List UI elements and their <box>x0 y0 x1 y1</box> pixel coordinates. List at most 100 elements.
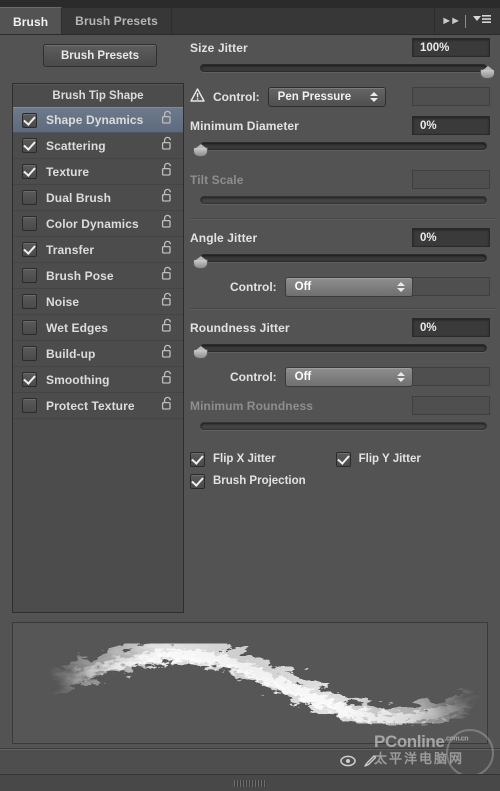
lock-open-icon[interactable] <box>161 396 174 416</box>
lock-open-icon[interactable] <box>161 188 174 208</box>
tab-brush-label: Brush <box>13 14 49 29</box>
brush-option-row-brush-pose[interactable]: Brush Pose <box>13 263 183 289</box>
size-jitter-slider[interactable] <box>190 62 495 79</box>
checkbox-shape-dynamics[interactable] <box>22 112 37 128</box>
size-jitter-value[interactable]: 100% <box>412 38 490 57</box>
tab-brush-presets[interactable]: Brush Presets <box>62 8 172 34</box>
double-chevron-right-icon[interactable]: ►► <box>441 15 461 27</box>
flip-x-jitter-checkbox[interactable]: Flip X Jitter <box>190 448 276 470</box>
size-jitter-control-row: Control: Pen Pressure <box>190 84 495 110</box>
brush-option-label: Color Dynamics <box>46 216 139 231</box>
resize-grip-handle[interactable] <box>234 780 266 787</box>
angle-jitter-control-label: Control: <box>230 280 277 294</box>
brush-option-row-color-dynamics[interactable]: Color Dynamics <box>13 211 183 237</box>
lock-open-icon[interactable] <box>161 318 174 338</box>
brush-option-row-scattering[interactable]: Scattering <box>13 133 183 159</box>
new-brush-preset-icon[interactable] <box>362 753 378 774</box>
checkbox-protect-texture[interactable] <box>22 398 37 413</box>
brush-option-label: Scattering <box>46 138 106 153</box>
brush-option-label: Shape Dynamics <box>46 113 144 127</box>
size-jitter-control-extra-field[interactable] <box>412 87 490 106</box>
tab-brush[interactable]: Brush <box>0 7 63 34</box>
brush-stroke-preview <box>12 622 488 744</box>
brush-stroke-graphic <box>42 639 484 728</box>
tilt-scale-track <box>200 196 487 204</box>
minimum-diameter-track <box>200 142 487 150</box>
checkbox-scattering[interactable] <box>22 138 37 153</box>
angle-jitter-control-select[interactable]: Off <box>284 277 413 297</box>
brush-option-row-texture[interactable]: Texture <box>13 159 183 185</box>
tilt-scale-value <box>412 170 490 189</box>
flip-y-jitter-checkbox[interactable]: Flip Y Jitter <box>335 448 421 470</box>
tab-bar-filler <box>172 8 436 34</box>
brush-option-label: Texture <box>46 164 90 179</box>
checkbox-color-dynamics[interactable] <box>22 216 37 231</box>
brush-option-row-noise[interactable]: Noise <box>13 289 183 315</box>
angle-jitter-slider[interactable] <box>190 252 495 269</box>
toolbar-divider <box>465 14 466 28</box>
minimum-roundness-section: Minimum Roundness <box>190 394 495 436</box>
minimum-diameter-thumb[interactable] <box>193 144 208 157</box>
divider-1 <box>190 218 495 220</box>
roundness-jitter-control-select[interactable]: Off <box>284 367 413 387</box>
chevron-updown-icon <box>369 92 378 102</box>
brush-option-row-build-up[interactable]: Build-up <box>13 341 183 367</box>
checkbox-transfer[interactable] <box>22 242 37 257</box>
minimum-roundness-slider <box>190 420 495 436</box>
roundness-jitter-value[interactable]: 0% <box>412 318 490 337</box>
roundness-jitter-thumb[interactable] <box>193 346 208 359</box>
jitter-checkbox-group: Flip X Jitter Flip Y Jitter Brush Projec… <box>190 448 495 492</box>
angle-jitter-value[interactable]: 0% <box>412 228 490 247</box>
tilt-scale-section: Tilt Scale <box>190 168 495 210</box>
panel-bottom-bar <box>0 748 500 775</box>
size-jitter-control-label: Control: <box>213 90 260 104</box>
lock-open-icon[interactable] <box>161 136 174 156</box>
checkbox-build-up[interactable] <box>22 346 37 361</box>
roundness-jitter-control-label: Control: <box>230 370 277 384</box>
brush-tip-shape-label: Brush Tip Shape <box>52 89 144 102</box>
brush-option-row-protect-texture[interactable]: Protect Texture <box>13 393 183 419</box>
brush-option-row-wet-edges[interactable]: Wet Edges <box>13 315 183 341</box>
size-jitter-section: Size Jitter 100% Control: Pen Pressure <box>190 36 495 110</box>
angle-jitter-control-row: Control: Off <box>190 274 495 300</box>
angle-jitter-control-extra-field[interactable] <box>412 277 490 296</box>
brush-option-row-smoothing[interactable]: Smoothing <box>13 367 183 393</box>
roundness-jitter-section: Roundness Jitter 0% Control: Off <box>190 316 495 390</box>
lock-open-icon[interactable] <box>161 110 174 130</box>
brush-presets-button[interactable]: Brush Presets <box>43 44 157 67</box>
window-top-strip <box>0 0 500 8</box>
brush-projection-check-icon <box>190 473 205 489</box>
minimum-diameter-value[interactable]: 0% <box>412 116 490 135</box>
toggle-brush-preview-icon[interactable] <box>340 753 357 774</box>
lock-open-icon[interactable] <box>161 370 174 390</box>
angle-jitter-thumb[interactable] <box>193 256 208 269</box>
lock-open-icon[interactable] <box>161 214 174 234</box>
minimum-diameter-slider[interactable] <box>190 140 495 157</box>
lock-open-icon[interactable] <box>161 266 174 286</box>
roundness-jitter-control-extra-field[interactable] <box>412 367 490 386</box>
brush-option-row-dual-brush[interactable]: Dual Brush <box>13 185 183 211</box>
lock-open-icon[interactable] <box>161 292 174 312</box>
brush-projection-checkbox[interactable]: Brush Projection <box>190 470 495 492</box>
angle-jitter-row: Angle Jitter 0% <box>190 226 495 250</box>
lock-open-icon[interactable] <box>161 344 174 364</box>
lock-open-icon[interactable] <box>161 162 174 182</box>
brush-option-label: Transfer <box>46 242 95 257</box>
brush-option-label: Brush Pose <box>46 268 114 283</box>
checkbox-wet-edges[interactable] <box>22 320 37 335</box>
brush-option-row-shape-dynamics[interactable]: Shape Dynamics <box>13 107 183 133</box>
panel-menu-icon[interactable] <box>472 12 492 30</box>
checkbox-brush-pose[interactable] <box>22 268 37 283</box>
brush-tip-shape-header[interactable]: Brush Tip Shape <box>13 84 183 108</box>
size-jitter-thumb[interactable] <box>480 66 495 79</box>
size-jitter-label: Size Jitter <box>190 41 248 55</box>
checkbox-texture[interactable] <box>22 164 37 179</box>
size-jitter-control-select[interactable]: Pen Pressure <box>267 87 386 107</box>
roundness-jitter-slider[interactable] <box>190 342 495 359</box>
brush-option-row-transfer[interactable]: Transfer <box>13 237 183 263</box>
checkbox-noise[interactable] <box>22 294 37 309</box>
lock-open-icon[interactable] <box>161 240 174 260</box>
checkbox-smoothing[interactable] <box>22 372 37 387</box>
angle-jitter-track <box>200 254 487 262</box>
checkbox-dual-brush[interactable] <box>22 190 37 205</box>
